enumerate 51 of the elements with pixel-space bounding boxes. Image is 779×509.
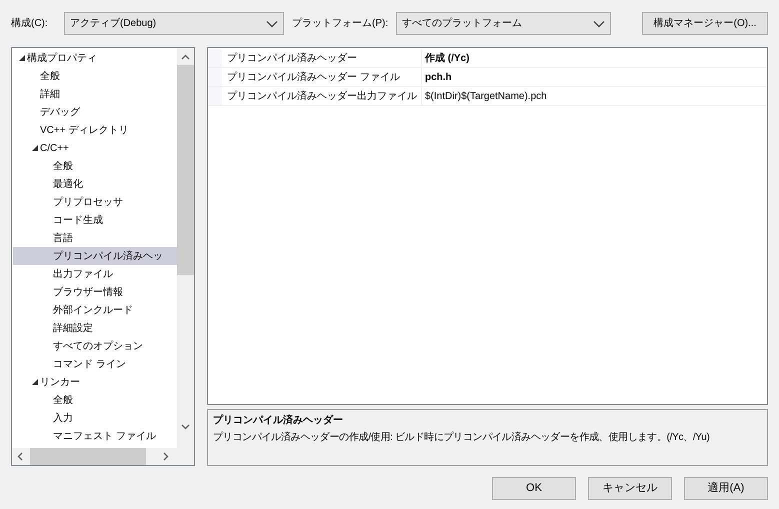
tree-item[interactable]: VC++ ディレクトリ [13,121,177,139]
tree-item[interactable]: 全般 [13,67,177,85]
config-manager-button[interactable]: 構成マネージャー(O)... [642,12,768,35]
tree-item[interactable]: コマンド ライン [13,355,177,373]
property-name[interactable]: プリコンパイル済みヘッダー [227,50,357,66]
tree-item[interactable]: 詳細設定 [13,319,177,337]
chevron-down-icon [266,20,278,28]
config-dropdown[interactable]: アクティブ(Debug) [64,12,284,35]
property-name[interactable]: プリコンパイル済みヘッダー ファイル [227,70,400,84]
scroll-right-icon[interactable] [163,452,169,461]
chevron-down-icon [593,20,605,28]
dialog-button[interactable]: 適用(A) [684,477,768,500]
tree-item[interactable]: デバッグ [13,103,177,121]
vertical-scrollbar[interactable] [177,48,194,448]
property-value[interactable]: pch.h [425,70,452,84]
tree-item[interactable]: 外部インクルード [13,301,177,319]
dialog-button[interactable]: キャンセル [588,477,672,500]
scroll-left-icon[interactable] [17,452,23,461]
expanded-triangle-icon[interactable] [19,54,26,62]
tree-item[interactable]: すべてのオプション [13,337,177,355]
tree-item[interactable]: 全般 [13,157,177,175]
description-text: プリコンパイル済みヘッダーの作成/使用: ビルド時にプリコンパイル済みヘッダーを作成、使用します。(/Yc、/Yu) [213,430,711,445]
scroll-down-icon[interactable] [181,424,190,430]
tree-item[interactable]: プリコンパイル済みヘッ [13,247,177,265]
tree-item[interactable]: マニフェスト ファイル [13,427,177,445]
expanded-triangle-icon[interactable] [32,378,39,386]
tree-item[interactable]: 構成プロパティ [13,49,177,67]
property-value[interactable]: 作成 (/Yc) [425,50,470,66]
tree-item[interactable]: 入力 [13,409,177,427]
scroll-up-icon[interactable] [181,54,190,60]
platform-dropdown[interactable]: すべてのプラットフォーム [396,12,611,35]
expanded-triangle-icon[interactable] [32,144,39,152]
tree-item[interactable]: 詳細 [13,85,177,103]
tree-item[interactable]: 最適化 [13,175,177,193]
property-value[interactable]: $(IntDir)$(TargetName).pch [425,88,547,104]
scroll-thumb[interactable] [177,65,194,275]
tree-item[interactable]: C/C++ [13,139,177,157]
tree-item[interactable]: 全般 [13,391,177,409]
scroll-thumb[interactable] [30,448,146,465]
description-title: プリコンパイル済みヘッダー [213,413,344,428]
horizontal-scrollbar[interactable] [12,448,194,465]
config-label: 構成(C): [11,16,49,31]
tree-item[interactable]: ブラウザー情報 [13,283,177,301]
tree-item[interactable]: コード生成 [13,211,177,229]
property-name[interactable]: プリコンパイル済みヘッダー出力ファイル [227,88,417,104]
tree-item[interactable]: リンカー [13,373,177,391]
tree-item[interactable]: 出力ファイル [13,265,177,283]
tree-item[interactable]: 言語 [13,229,177,247]
dialog-button[interactable]: OK [492,477,576,500]
tree-item[interactable]: プリプロセッサ [13,193,177,211]
platform-label: プラットフォーム(P): [292,16,390,31]
